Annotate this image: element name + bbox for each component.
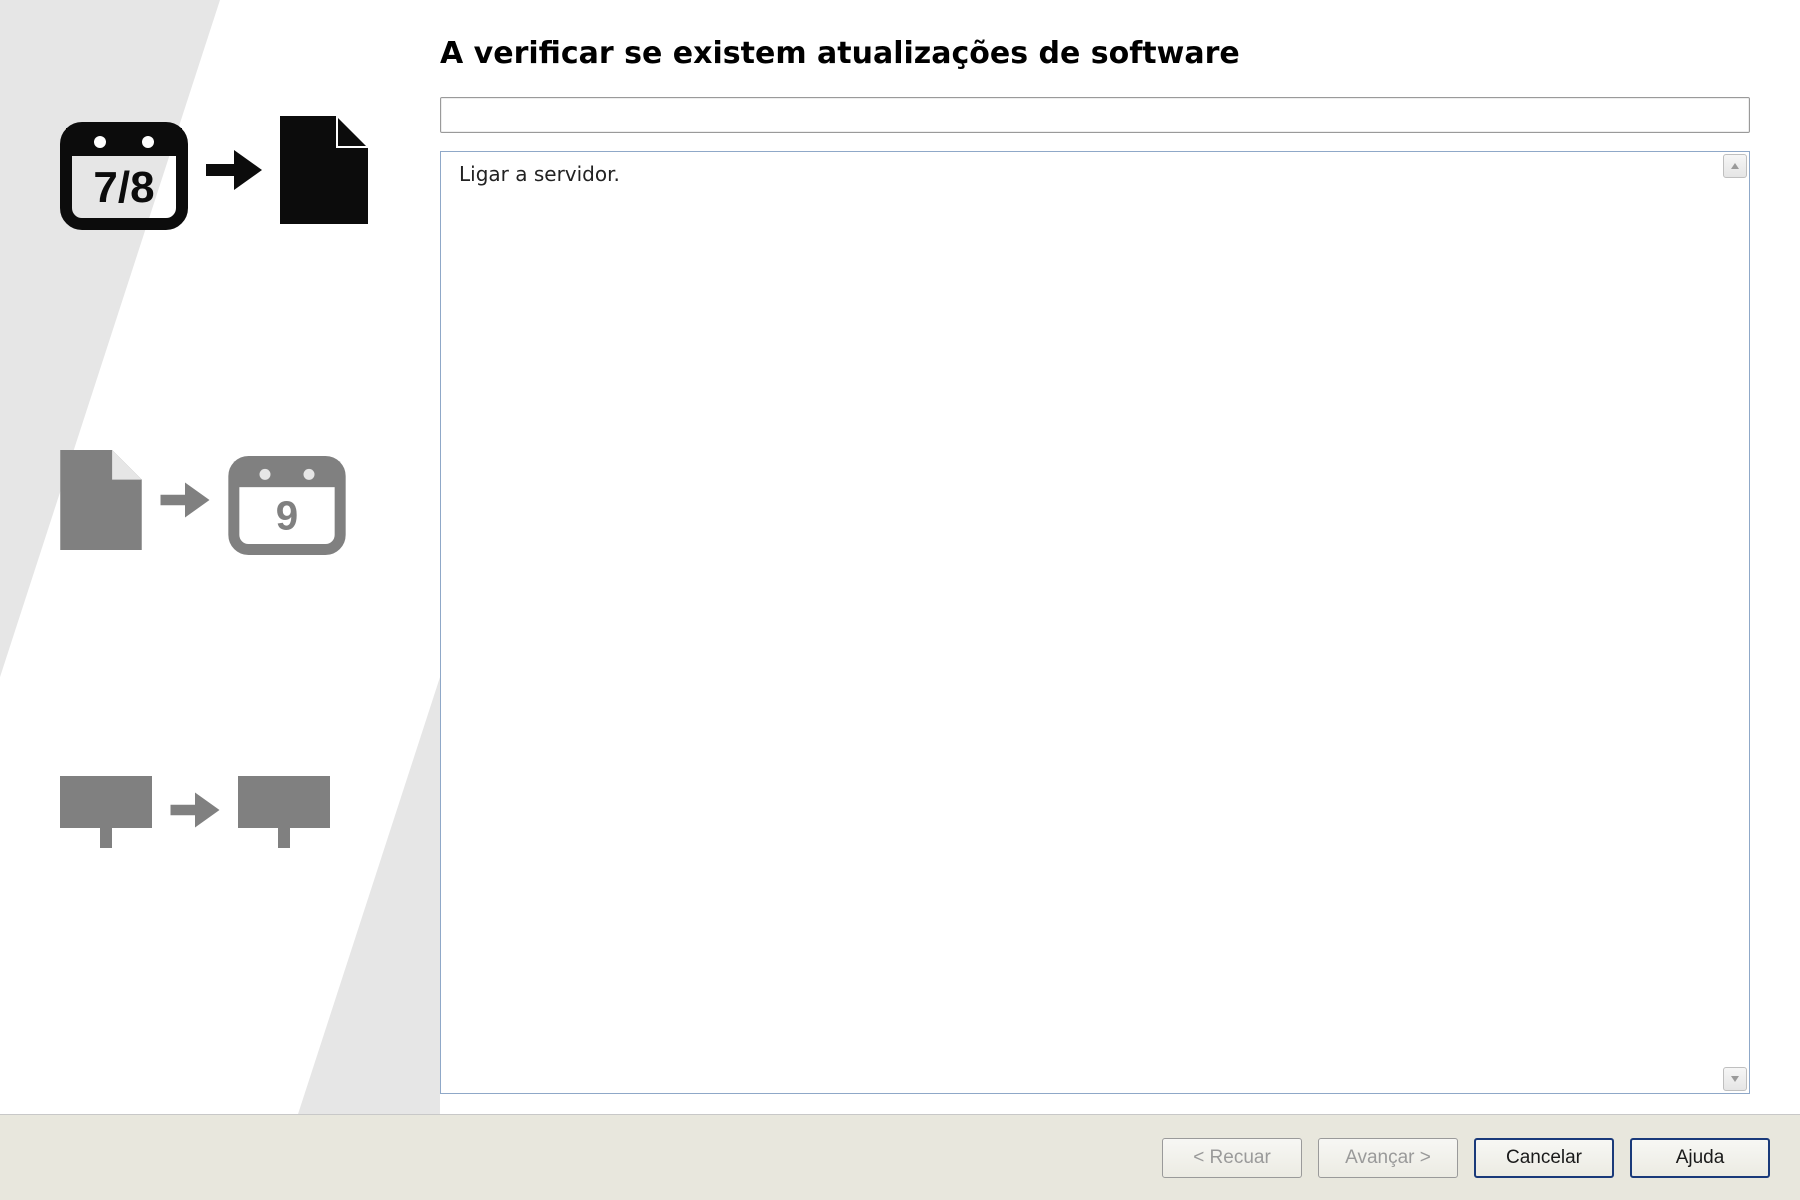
step-convert: 7 9 — [60, 770, 410, 850]
document-icon — [60, 450, 142, 550]
step3-from-label: 7 — [95, 783, 117, 827]
sidebar-steps: 7/8 — [0, 0, 440, 850]
main-panel: A verificar se existem atualizações de s… — [440, 0, 1800, 1114]
wizard-footer: < Recuar Avançar > Cancelar Ajuda — [0, 1114, 1800, 1200]
cancel-button[interactable]: Cancelar — [1474, 1138, 1614, 1178]
back-button[interactable]: < Recuar — [1162, 1138, 1302, 1178]
wizard-window: 7/8 — [0, 0, 1800, 1200]
wizard-sidebar: 7/8 — [0, 0, 440, 1114]
help-button[interactable]: Ajuda — [1630, 1138, 1770, 1178]
arrow-right-icon — [160, 479, 210, 521]
progress-bar — [440, 97, 1750, 133]
scroll-down-button[interactable] — [1723, 1067, 1747, 1091]
log-panel: Ligar a servidor. — [440, 151, 1750, 1094]
step1-calendar-label: 7/8 — [93, 163, 154, 212]
page-title: A verificar se existem atualizações de s… — [440, 36, 1750, 71]
sign-to-icon: 9 — [238, 770, 330, 850]
upper-region: 7/8 — [0, 0, 1800, 1114]
step2-calendar-label: 9 — [276, 492, 298, 538]
step-export: 7/8 — [60, 110, 410, 230]
scroll-up-button[interactable] — [1723, 154, 1747, 178]
step-import: 9 — [60, 445, 410, 555]
log-line: Ligar a servidor. — [459, 162, 1731, 186]
calendar-icon: 7/8 — [60, 110, 188, 230]
arrow-right-icon — [170, 789, 220, 831]
calendar-icon: 9 — [228, 445, 346, 555]
document-icon — [280, 116, 368, 224]
arrow-right-icon — [206, 146, 262, 194]
chevron-up-icon — [1730, 161, 1740, 171]
next-button[interactable]: Avançar > — [1318, 1138, 1458, 1178]
chevron-down-icon — [1730, 1074, 1740, 1084]
sign-from-icon: 7 — [60, 770, 152, 850]
step3-to-label: 9 — [273, 783, 295, 827]
